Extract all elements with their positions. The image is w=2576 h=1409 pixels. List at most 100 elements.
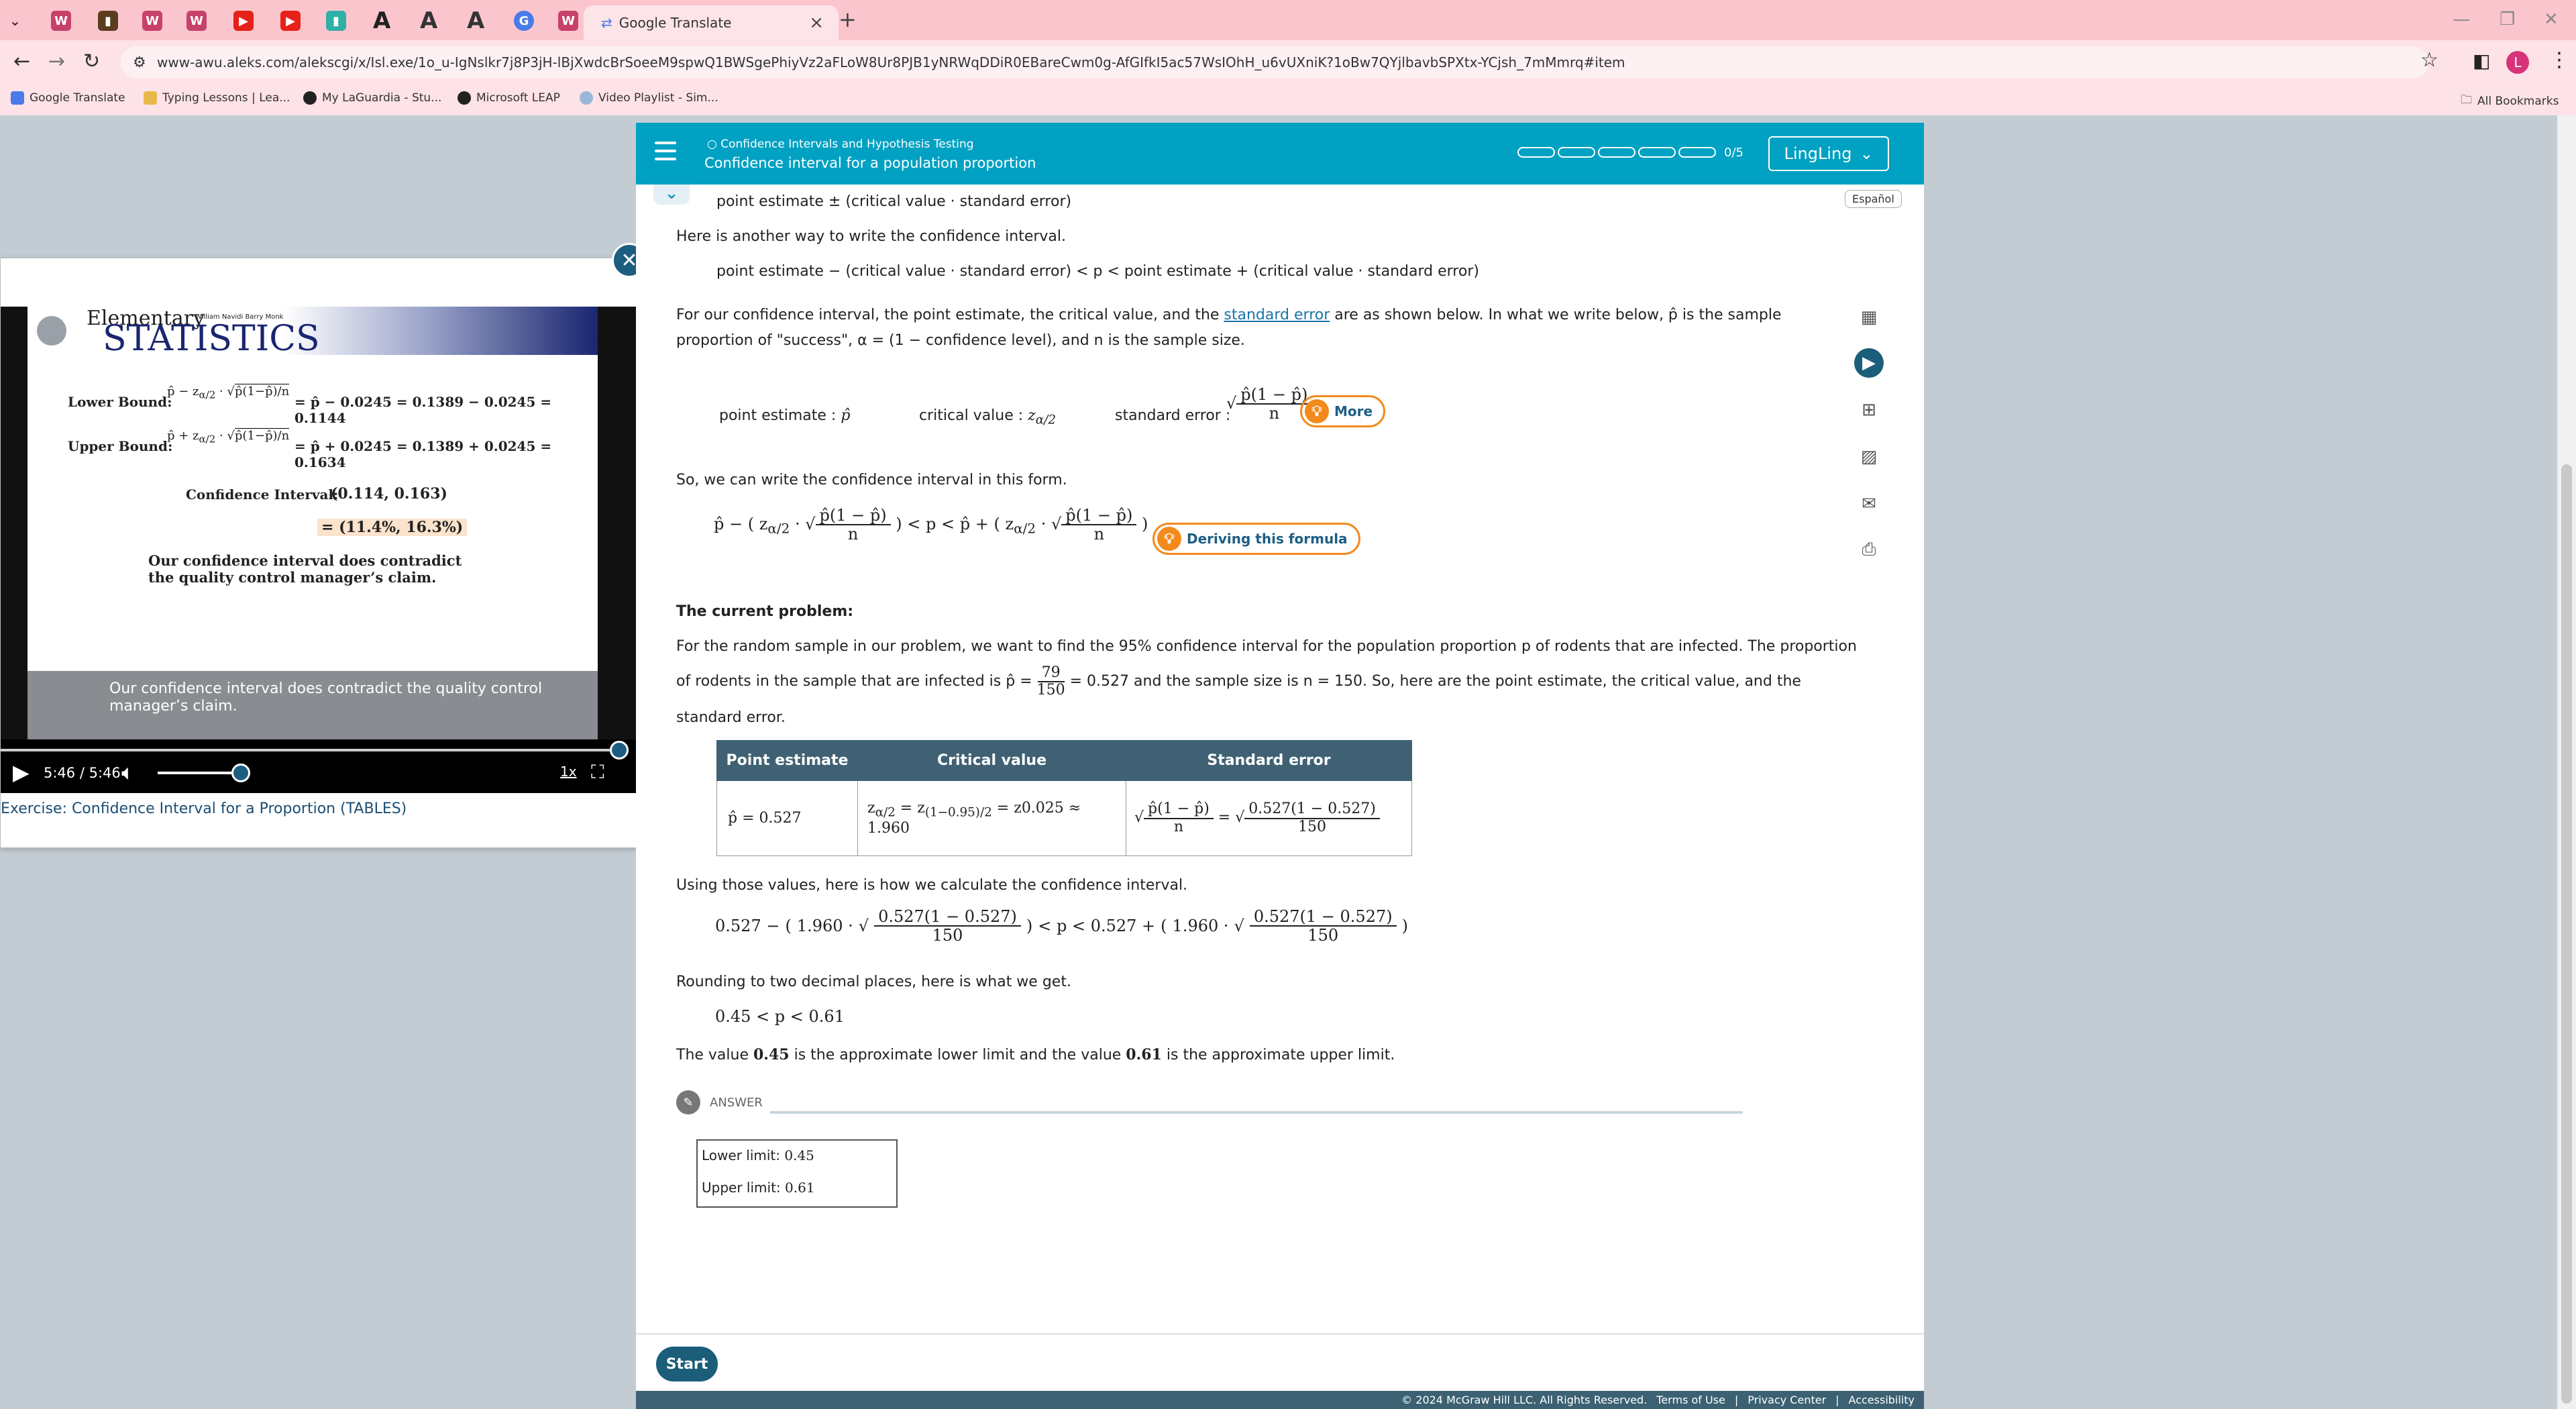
tab-favicon[interactable]: W [142,7,162,35]
espanol-button[interactable]: Español [1845,190,1902,208]
aleks-panel: ○ Confidence Intervals and Hypothesis Te… [636,123,1924,1409]
new-tab-button[interactable]: + [839,7,857,32]
deriving-formula-button[interactable]: 💡︎ Deriving this formula [1152,523,1360,555]
lower-bound-formula: p̂ − zα/2 · √p̂(1−p̂)/n [167,384,290,401]
standard-error-cell: √ p̂(1 − p̂) n = √ 0.527(1 − 0.527) 150 [1126,780,1412,856]
profile-avatar[interactable]: L [2506,51,2529,74]
page-scrollbar[interactable] [2557,115,2576,1409]
accessibility-link[interactable]: Accessibility [1849,1394,1915,1406]
site-info-icon[interactable]: ⚙ [133,54,146,71]
calculator-icon[interactable]: ▦ [1854,303,1884,332]
bookmark-star-icon[interactable]: ☆ [2420,48,2438,72]
ci-label: Confidence Interval: [186,486,339,503]
tab-favicon[interactable]: ▮ [326,7,346,35]
answer-icon: ✎ [676,1090,700,1114]
image-icon[interactable]: ▨ [1854,442,1884,472]
privacy-link[interactable]: Privacy Center [1748,1394,1826,1406]
collapse-chevron-icon[interactable]: ⌄ [653,185,690,205]
standard-error-label: standard error : [1115,407,1231,424]
all-bookmarks[interactable]: 🗀 All Bookmarks [2461,91,2559,111]
volume-slider[interactable] [158,772,241,774]
minimize-icon[interactable]: — [2453,9,2470,30]
slide-conclusion: Our confidence interval does contradict … [148,552,462,586]
upper-bound-formula: p̂ + zα/2 · √p̂(1−p̂)/n [167,428,290,446]
tab-favicon[interactable]: G [514,7,534,35]
ci-value: (0.114, 0.163) [331,485,447,503]
final-line: The value 0.45 is the approximate lower … [676,1046,1395,1063]
mute-icon[interactable]: 🔈︎ [121,760,134,786]
tab-favicon[interactable]: W [51,7,71,35]
menu-kebab-icon[interactable]: ⋮ [2549,48,2569,72]
tab-font-icon[interactable]: A [420,7,437,35]
ci-calculation: 0.527 −( 1.960 · √ 0.527(1 − 0.527) 150) < … [715,907,1408,945]
seek-bar[interactable] [1,749,622,751]
side-panel-icon[interactable]: ◧ [2473,50,2490,72]
tab-youtube-icon[interactable]: ▶ [233,7,254,35]
mail-icon[interactable]: ✉ [1854,489,1884,519]
url-field[interactable]: ⚙ www-awu.aleks.com/alekscgi/x/Isl.exe/1… [121,46,2428,79]
more-button[interactable]: 💡︎ More [1300,395,1386,427]
bookmark-item[interactable]: Video Playlist - Sim... [580,91,718,105]
critical-value-cell: zα/2 = z(1−0.95)/2 = z0.025 ≈ 1.960 [857,780,1126,856]
scrollbar-thumb[interactable] [2561,464,2572,1404]
speed-button[interactable]: 1x [560,764,577,780]
ci-percent: = (11.4%, 16.3%) [317,519,468,536]
copyright: © 2024 McGraw Hill LLC. All Rights Reser… [1401,1394,1648,1406]
reload-icon[interactable]: ↻ [83,50,100,73]
close-window-icon[interactable]: ✕ [2544,9,2559,30]
upper-bound-equation: = p̂ + 0.0245 = 0.1389 + 0.0245 = 0.1634 [294,438,552,470]
forward-icon[interactable]: → [48,50,65,73]
tab-font-icon[interactable]: A [467,7,484,35]
video-time: 5:46 / 5:46 [44,765,121,781]
footer: © 2024 McGraw Hill LLC. All Rights Reser… [636,1391,1924,1409]
tab-favicon[interactable]: ▮ [98,7,118,35]
seek-handle[interactable] [610,741,629,760]
terms-link[interactable]: Terms of Use [1656,1394,1725,1406]
answer-box: Lower limit: 0.45 Upper limit: 0.61 [696,1139,898,1208]
upper-bound-label: Upper Bound: [68,438,173,454]
bookmark-item[interactable]: Microsoft LEAP [458,91,560,105]
aleks-header: ○ Confidence Intervals and Hypothesis Te… [636,123,1924,185]
bookmark-item[interactable]: Google Translate [11,91,125,105]
answer-divider [770,1111,1743,1114]
tab-bar: ⌄ W ▮ W W ▶ ▶ ▮ A A A G W ⇄ Google Trans… [0,0,2576,40]
video-title: Exercise: Confidence Interval for a Prop… [1,800,407,817]
rounding-line: Rounding to two decimal places, here is … [676,974,1071,990]
table-header: Critical value [857,740,1126,781]
progress-text: 0/5 [1724,146,1743,160]
problem-line-3: standard error. [676,709,786,726]
point-estimate-label: point estimate : p̂ [719,407,851,424]
close-tab-icon[interactable]: × [809,13,824,33]
video-icon[interactable]: ▶ [1854,348,1884,378]
table-icon[interactable]: ⊞ [1854,395,1884,425]
tab-youtube-icon[interactable]: ▶ [280,7,301,35]
table-header: Point estimate [716,740,858,781]
standard-error-link[interactable]: standard error [1224,307,1330,323]
topic-category: ○ Confidence Intervals and Hypothesis Te… [707,138,974,151]
current-problem-heading: The current problem: [676,603,854,620]
bookmark-item[interactable]: Typing Lessons | Lea... [144,91,290,105]
problem-line-1: For the random sample in our problem, we… [676,638,1857,655]
bookmarks-bar: Google Translate Typing Lessons | Lea...… [0,85,2576,115]
text-line-2: Here is another way to write the confide… [676,228,1067,245]
restore-icon[interactable]: ❐ [2500,9,2515,30]
video-controls: ▶ 5:46 / 5:46 🔈︎ 1x ⛶ [1,739,638,793]
bookmark-item[interactable]: My LaGuardia - Stu... [303,91,441,105]
answer-label: ANSWER [710,1096,763,1110]
tab-search-chevron-icon[interactable]: ⌄ [9,7,21,35]
translate-icon [11,91,24,105]
user-menu-button[interactable]: LingLing ⌄ [1768,136,1889,171]
print-icon[interactable]: ⎙ [1854,535,1884,564]
hamburger-menu-icon[interactable] [655,142,676,163]
tab-favicon[interactable]: W [558,7,578,35]
para-1-cont: proportion of "success", α = (1 − confid… [676,332,1245,349]
back-icon[interactable]: ← [13,50,30,73]
play-icon[interactable]: ▶ [13,760,30,785]
tab-font-icon[interactable]: A [373,7,390,35]
fullscreen-icon[interactable]: ⛶ [591,761,604,784]
volume-handle[interactable] [231,764,250,782]
tab-favicon[interactable]: W [186,7,207,35]
tab-google-translate[interactable]: ⇄ Google Translate × [584,5,839,40]
start-button[interactable]: Start [656,1347,718,1381]
translate-icon: ⇄ [601,15,612,31]
